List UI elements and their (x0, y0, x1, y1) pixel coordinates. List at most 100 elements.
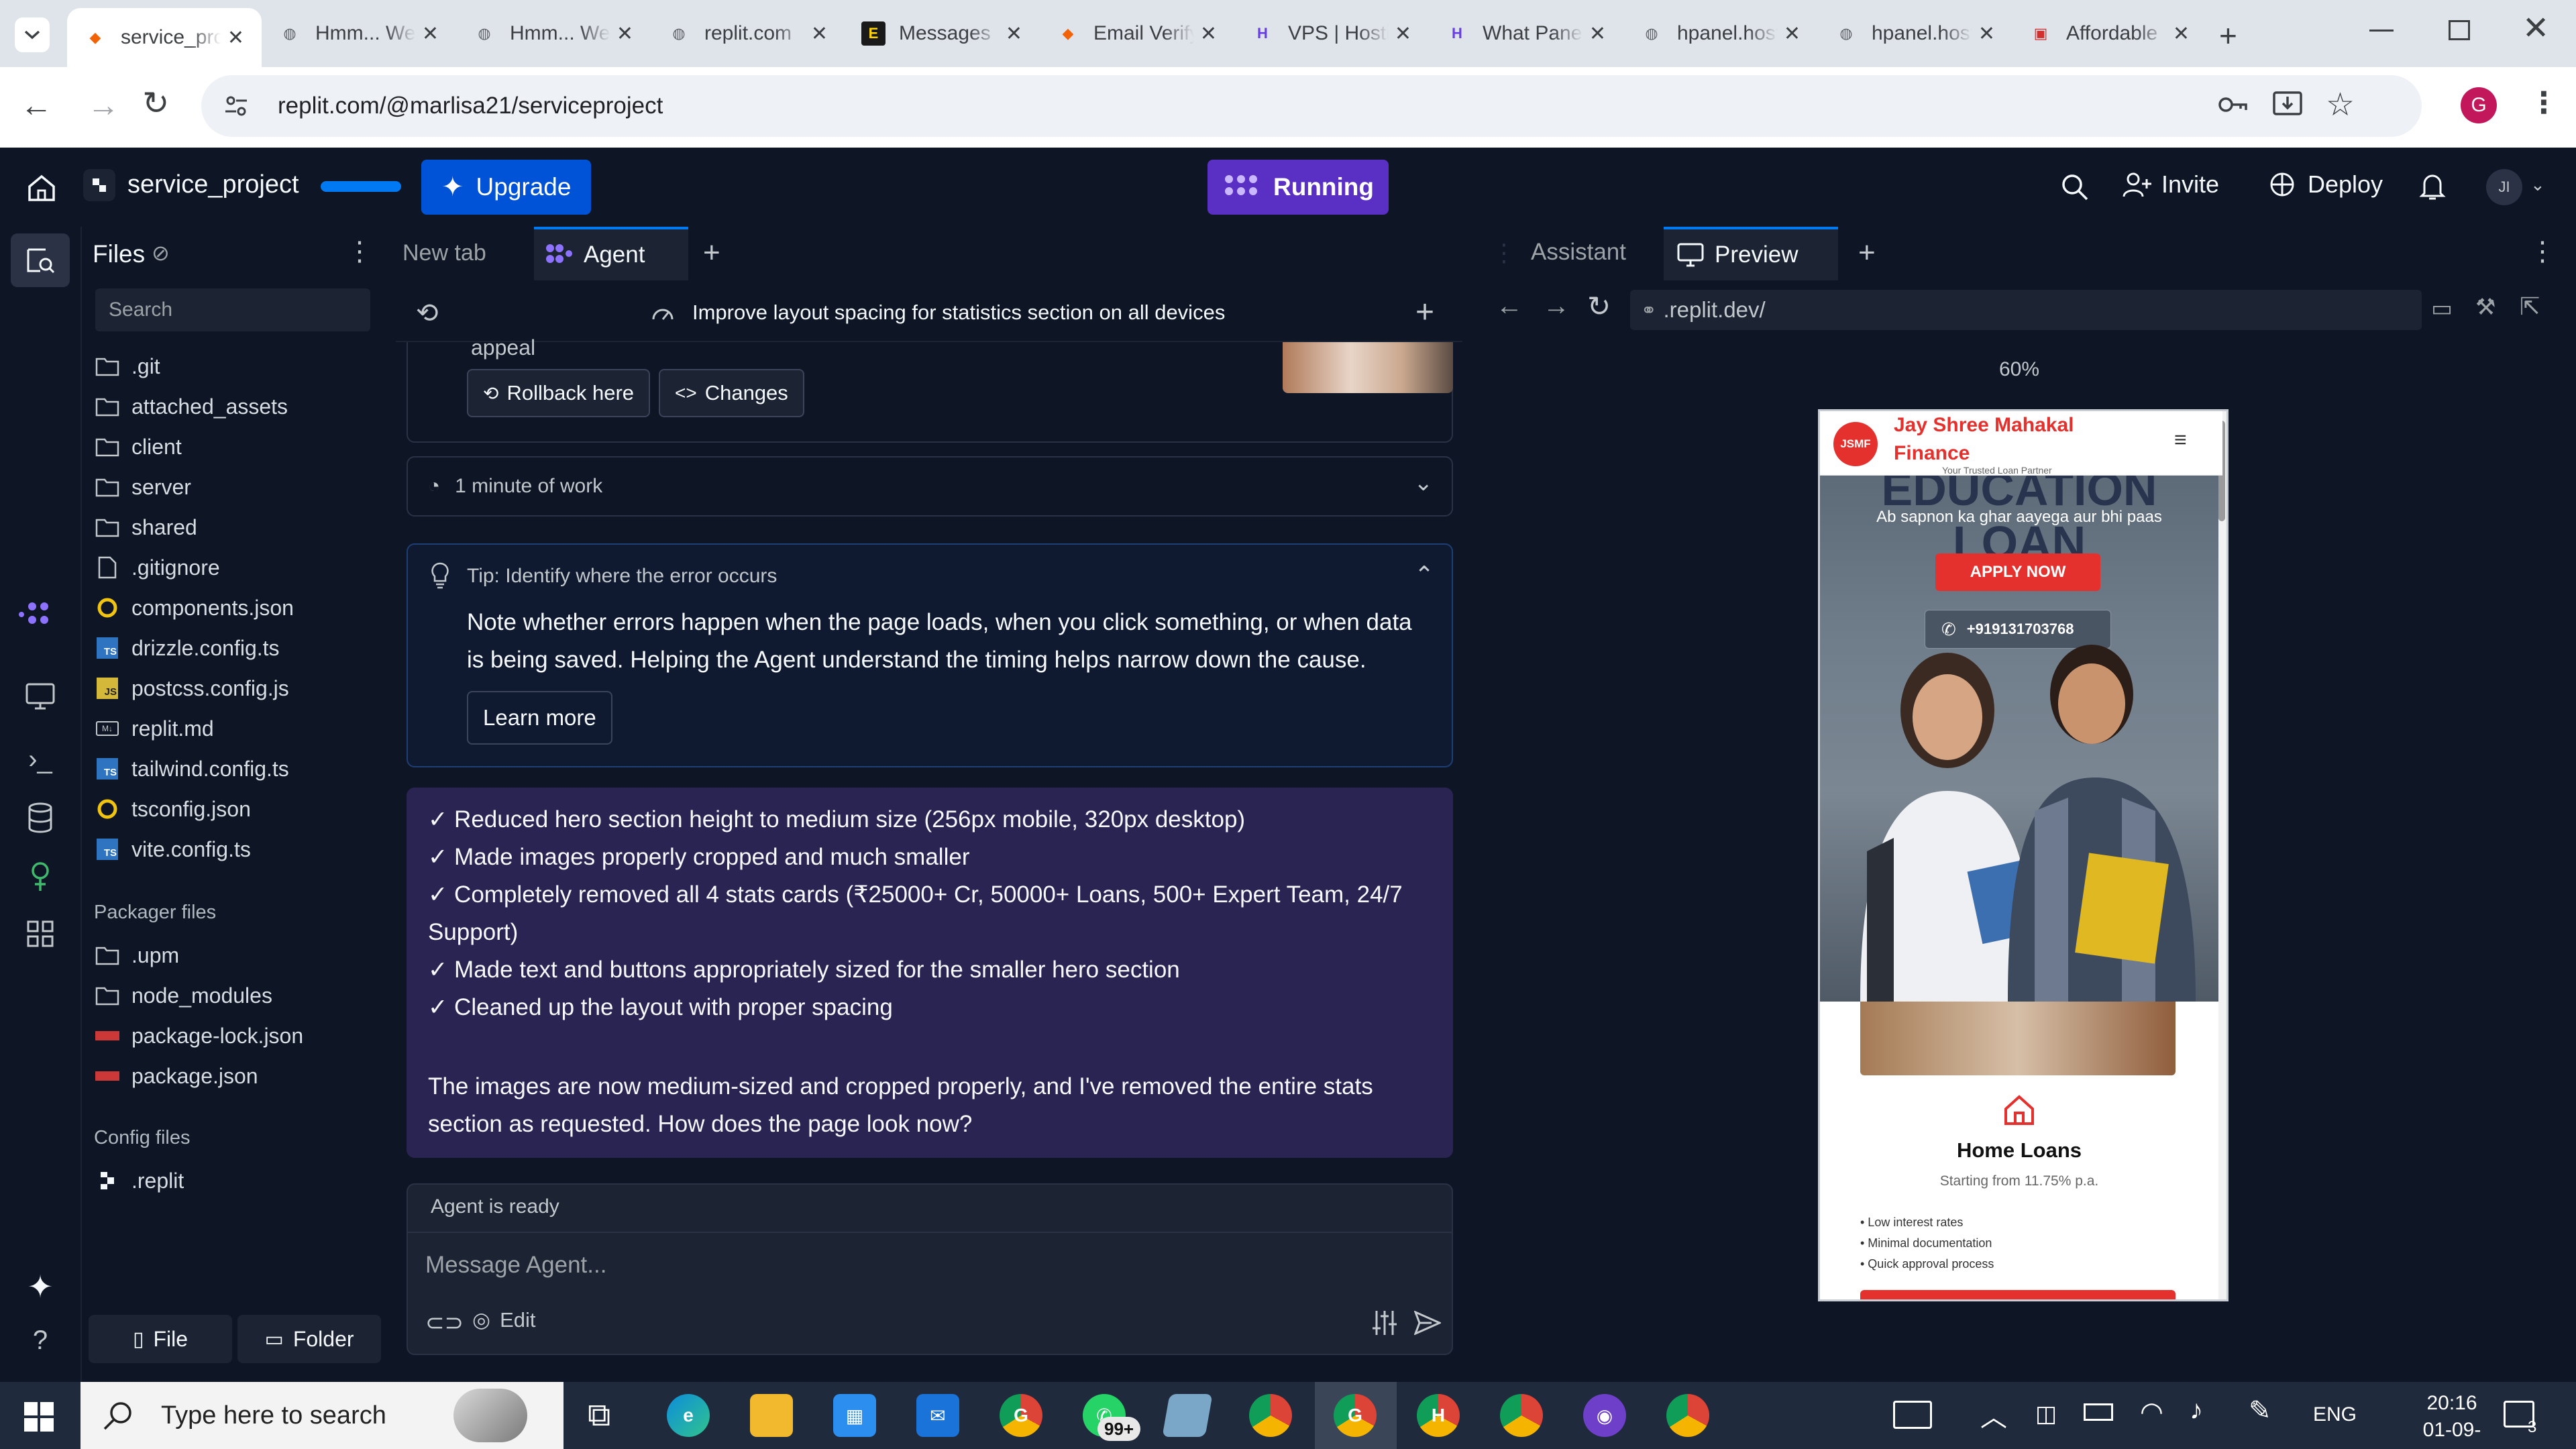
browser-tab[interactable]: H What Panel ✕ (1429, 8, 1623, 59)
folder-item[interactable]: shared (94, 508, 362, 546)
preview-scrollbar[interactable] (2218, 411, 2226, 1299)
file-item[interactable]: M↓ replit.md (94, 710, 362, 747)
close-tab-icon[interactable]: ✕ (616, 22, 633, 46)
close-tab-icon[interactable]: ✕ (2173, 22, 2190, 46)
close-tab-icon[interactable]: ✕ (422, 22, 439, 46)
file-item[interactable]: TS vite.config.ts (94, 830, 362, 868)
file-item[interactable]: .replit (94, 1162, 362, 1199)
show-hidden-icons-chevron[interactable]: ︿ (1980, 1395, 2007, 1434)
user-avatar[interactable]: JI (2486, 169, 2522, 205)
running-button[interactable]: Running (1208, 160, 1389, 215)
folder-item[interactable]: client (94, 428, 362, 466)
open-external-icon[interactable]: ⇱ (2520, 292, 2540, 321)
file-item[interactable]: TS drizzle.config.ts (94, 629, 362, 667)
search-icon[interactable] (2061, 173, 2089, 201)
shell-icon[interactable]: ›_ (24, 743, 56, 775)
browser-tab[interactable]: ◆ service_project ✕ (67, 8, 262, 67)
ai-sparkle-icon[interactable]: ✦ (24, 1269, 56, 1304)
preview-monitor-icon[interactable] (25, 683, 55, 710)
browser-tab[interactable]: ▣ Affordable ✕ (2012, 8, 2207, 59)
restore-button[interactable] (2449, 20, 2470, 40)
file-item[interactable]: package-lock.json (94, 1017, 362, 1055)
new-file-button[interactable]: ▯ File (89, 1315, 232, 1363)
edit-button[interactable]: ◎ Edit (472, 1308, 535, 1332)
preview-back-icon[interactable]: ← (1496, 291, 1523, 321)
new-folder-button[interactable]: ▭ Folder (237, 1315, 381, 1363)
folder-item[interactable]: server (94, 468, 362, 506)
attach-icon[interactable]: ⊂⊃ (425, 1309, 464, 1336)
browser-tab[interactable]: ◍ Hmm... We ✕ (262, 8, 456, 59)
mail-icon[interactable]: ✉ (916, 1394, 959, 1437)
message-input[interactable]: Message Agent... (425, 1252, 1432, 1279)
folder-item[interactable]: .upm (94, 936, 362, 974)
devtools-wrench-icon[interactable]: ⚒ (2475, 294, 2496, 321)
close-tab-icon[interactable]: ✕ (227, 26, 244, 50)
store-icon[interactable]: ▦ (833, 1394, 876, 1437)
browser-tab[interactable]: ◍ replit.com ✕ (651, 8, 845, 59)
close-tab-icon[interactable]: ✕ (1006, 22, 1022, 46)
devices-icon[interactable]: ▭ (2431, 295, 2453, 322)
add-tab-button[interactable]: + (703, 236, 720, 270)
user-menu-chevron-icon[interactable]: ⌄ (2530, 174, 2545, 195)
agent-rail-icon[interactable] (19, 600, 56, 629)
tab-preview[interactable]: Preview (1664, 227, 1838, 280)
preview-menu-icon[interactable]: ⋮ (2529, 236, 2556, 267)
hamburger-menu-icon[interactable]: ≡ (2174, 427, 2187, 452)
close-tab-icon[interactable]: ✕ (1784, 22, 1801, 46)
meet-camera-icon[interactable]: ◫ (2035, 1401, 2057, 1428)
edge-icon[interactable]: e (667, 1394, 710, 1437)
chevron-down-icon[interactable]: ⌄ (1414, 470, 1434, 496)
project-name[interactable]: service_project (127, 170, 299, 199)
file-item[interactable]: JS postcss.config.js (94, 669, 362, 707)
all-tools-icon[interactable] (27, 920, 54, 947)
upgrade-button[interactable]: ✦ Upgrade (421, 160, 592, 215)
add-preview-tab-button[interactable]: + (1858, 236, 1876, 270)
browser-tab[interactable]: ◍ hpanel.hostinger ✕ (1818, 8, 2012, 59)
clock[interactable]: 20:16 01-09-2025 (2402, 1390, 2502, 1449)
browser-menu-icon[interactable]: ⋮ (2529, 86, 2559, 120)
deploy-button[interactable]: Deploy (2269, 170, 2383, 199)
windows-start-icon[interactable] (24, 1402, 54, 1432)
preview-forward-icon[interactable]: → (1543, 291, 1570, 321)
file-item[interactable]: tsconfig.json (94, 790, 362, 828)
chrome-profile-h-icon[interactable]: H (1417, 1394, 1460, 1437)
close-tab-icon[interactable]: ✕ (1589, 22, 1606, 46)
apply-now-button[interactable]: APPLY NOW (1935, 553, 2100, 591)
tab-search-button[interactable] (15, 17, 50, 52)
battery-icon[interactable] (2084, 1403, 2113, 1421)
bookmark-star-icon[interactable]: ☆ (2326, 86, 2355, 123)
tab-agent[interactable]: Agent (534, 227, 688, 280)
reload-icon[interactable]: ↻ (142, 85, 169, 122)
chrome-profile-g-icon[interactable]: G (1000, 1394, 1042, 1437)
folder-item[interactable]: node_modules (94, 977, 362, 1014)
chrome-profile-3-icon[interactable] (1666, 1394, 1709, 1437)
install-app-icon[interactable] (2271, 89, 2304, 121)
close-tab-icon[interactable]: ✕ (1395, 22, 1411, 46)
help-icon[interactable]: ? (24, 1324, 56, 1356)
browser-tab[interactable]: ◍ Hmm... We ✕ (456, 8, 651, 59)
notification-bell-icon[interactable] (2419, 172, 2446, 201)
new-tab-button[interactable]: + (2219, 17, 2237, 54)
folder-item[interactable]: .git (94, 347, 362, 385)
card-cta-button[interactable] (1860, 1290, 2176, 1299)
browser-tab[interactable]: ◆ Email Verify ✕ (1040, 8, 1234, 59)
chrome-active-icon[interactable]: G (1334, 1394, 1377, 1437)
url-bar[interactable]: replit.com/@marlisa21/serviceproject ☆ (201, 75, 2422, 137)
chrome-profile-2-icon[interactable] (1500, 1394, 1543, 1437)
files-menu-icon[interactable]: ⋮ (346, 236, 373, 267)
close-tab-icon[interactable]: ✕ (1978, 22, 1995, 46)
files-search-icon[interactable] (25, 246, 55, 275)
screenshot-thumbnail[interactable] (1283, 342, 1453, 393)
close-tab-icon[interactable]: ✕ (1200, 22, 1217, 46)
history-icon[interactable]: ⟲ (416, 298, 439, 329)
file-item[interactable]: package.json (94, 1057, 362, 1095)
file-item[interactable]: components.json (94, 589, 362, 627)
files-search-input[interactable]: Search (95, 288, 370, 331)
chevron-up-icon[interactable]: ⌄ (1414, 559, 1434, 588)
tab-new-tab[interactable]: New tab (402, 240, 486, 266)
minimize-button[interactable] (2369, 30, 2394, 32)
folder-item[interactable]: attached_assets (94, 388, 362, 425)
browser-tab[interactable]: ◍ hpanel.hostinger ✕ (1623, 8, 1818, 59)
taskbar-search-box[interactable]: Type here to search (80, 1382, 564, 1449)
preview-reload-icon[interactable]: ↻ (1587, 290, 1611, 323)
